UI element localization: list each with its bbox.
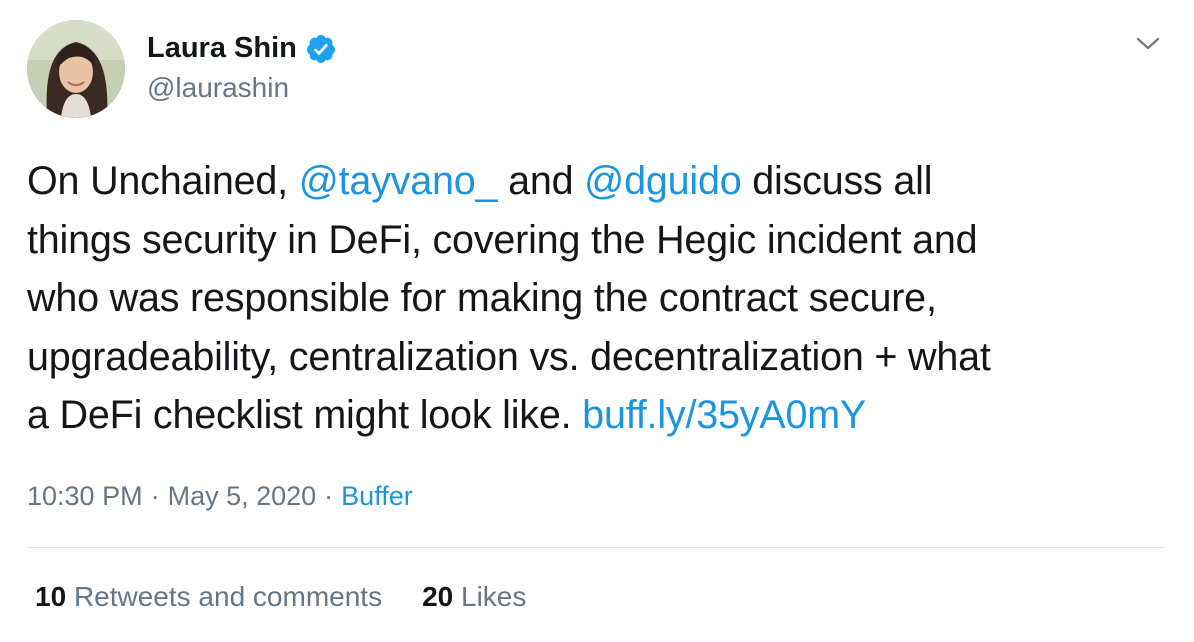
- avatar[interactable]: [27, 20, 125, 118]
- tweet-text-line: upgradeability, centralization vs. decen…: [27, 328, 1162, 387]
- mention-link-tayvano[interactable]: @tayvano_: [299, 159, 498, 203]
- author-handle[interactable]: @laurashin: [147, 72, 289, 104]
- likes-stat[interactable]: 20 Likes: [422, 581, 526, 613]
- author-name-row[interactable]: Laura Shin: [147, 32, 337, 65]
- retweets-count: 10: [35, 581, 67, 612]
- retweets-label: Retweets and comments: [73, 581, 383, 612]
- tweet-text-line: who was responsible for making the contr…: [27, 269, 1162, 328]
- avatar-image: [27, 20, 125, 118]
- tweet-text-line: On Unchained, @tayvano_ and @dguido disc…: [27, 152, 1162, 211]
- tweet-text: On Unchained, @tayvano_ and @dguido disc…: [27, 152, 1162, 445]
- tweet-text-segment: things security in DeFi, covering the He…: [27, 217, 978, 262]
- tweet-text-line: things security in DeFi, covering the He…: [27, 211, 1162, 270]
- divider: [27, 547, 1164, 548]
- tweet-source[interactable]: Buffer: [341, 481, 413, 511]
- tweet-meta: 10:30 PM · May 5, 2020 · Buffer: [27, 481, 413, 512]
- retweets-stat[interactable]: 10 Retweets and comments: [35, 581, 382, 613]
- tweet-text-segment: who was responsible for making the contr…: [27, 276, 937, 320]
- tweet-menu-button[interactable]: [1134, 32, 1162, 56]
- tweet-date[interactable]: May 5, 2020: [168, 481, 317, 511]
- mention-link-dguido[interactable]: @dguido: [584, 159, 742, 203]
- tweet-text-segment: and: [497, 159, 585, 203]
- tweet-stats: 10 Retweets and comments 20 Likes: [35, 581, 526, 613]
- tweet-text-segment: upgradeability, centralization vs. decen…: [27, 334, 991, 379]
- verified-badge-icon: [306, 34, 335, 63]
- tweet-time[interactable]: 10:30 PM: [27, 481, 143, 511]
- author-display-name[interactable]: Laura Shin: [147, 32, 297, 65]
- tweet-text-segment: On Unchained,: [27, 159, 299, 203]
- tweet-text-segment: a DeFi checklist might look like.: [27, 393, 583, 437]
- tweet-text-line: a DeFi checklist might look like. buff.l…: [27, 386, 1162, 445]
- likes-label: Likes: [461, 581, 527, 612]
- tweet-text-segment: discuss all: [741, 159, 933, 203]
- url-link[interactable]: buff.ly/35yA0mY: [582, 393, 866, 437]
- chevron-down-icon: [1136, 37, 1160, 50]
- meta-separator: ·: [150, 481, 160, 511]
- likes-count: 20: [422, 581, 454, 612]
- meta-separator: ·: [324, 481, 334, 511]
- tweet-card: Laura Shin @laurashin On Unchained, @tay…: [0, 0, 1194, 642]
